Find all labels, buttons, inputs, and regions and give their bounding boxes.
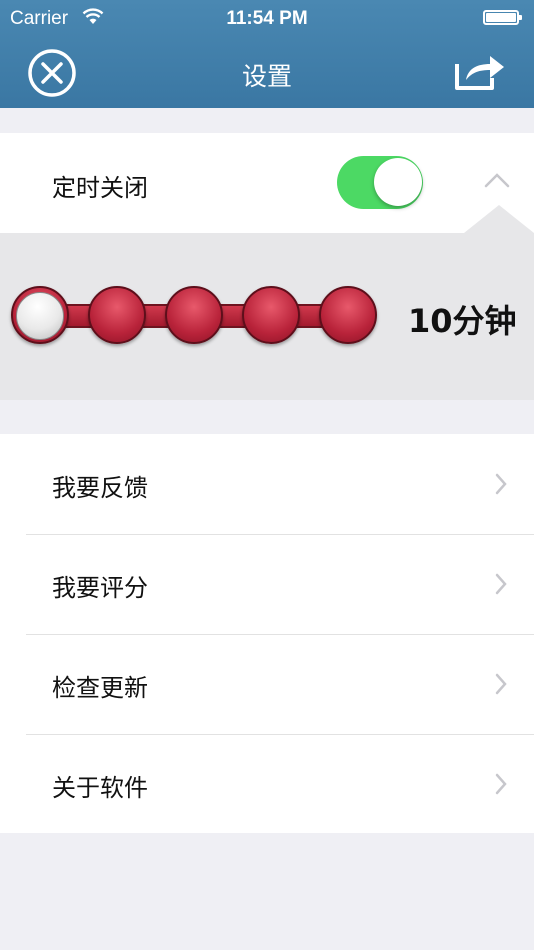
list-item-about[interactable]: 关于软件 — [0, 734, 534, 834]
list-item-label: 我要评分 — [52, 574, 148, 602]
clock: 11:54 PM — [226, 8, 308, 29]
slider-stop[interactable] — [319, 286, 377, 344]
slider-stop[interactable] — [165, 286, 223, 344]
chevron-up-icon[interactable] — [484, 172, 510, 188]
divider — [26, 734, 534, 735]
list-item-rate[interactable]: 我要评分 — [0, 534, 534, 634]
slider-stop[interactable] — [88, 286, 146, 344]
battery-icon — [483, 10, 522, 25]
slider-thumb[interactable] — [16, 292, 64, 340]
list-item-label: 我要反馈 — [52, 474, 148, 502]
divider — [26, 634, 534, 635]
list-item-check-update[interactable]: 检查更新 — [0, 634, 534, 734]
settings-list: 我要反馈 我要评分 检查更新 关于软件 — [0, 434, 534, 833]
panel-notch — [464, 205, 534, 233]
chevron-right-icon — [495, 773, 507, 795]
timer-label: 定时关闭 — [52, 174, 148, 202]
list-item-label: 关于软件 — [52, 774, 148, 802]
toggle-knob[interactable] — [374, 158, 422, 206]
slider-stop[interactable] — [242, 286, 300, 344]
timer-row: 定时关闭 — [0, 133, 534, 233]
share-icon[interactable] — [452, 50, 508, 92]
status-bar: Carrier 11:54 PM — [0, 0, 534, 36]
nav-bar: Carrier 11:54 PM 设置 — [0, 0, 534, 108]
chevron-right-icon — [495, 473, 507, 495]
chevron-right-icon — [495, 573, 507, 595]
slider-value: 10分钟 — [408, 302, 517, 340]
divider — [26, 534, 534, 535]
list-item-feedback[interactable]: 我要反馈 — [0, 434, 534, 534]
chevron-right-icon — [495, 673, 507, 695]
list-item-label: 检查更新 — [52, 674, 148, 702]
